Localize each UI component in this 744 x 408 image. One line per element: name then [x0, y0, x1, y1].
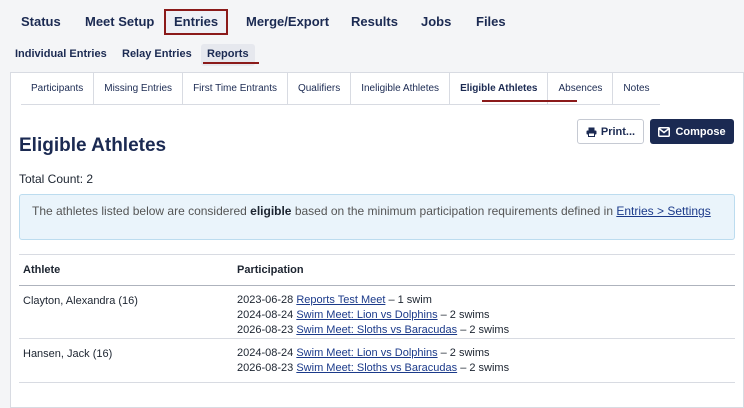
athlete-name: Clayton, Alexandra (16) [23, 295, 138, 307]
report-tab-participants[interactable]: Participants [21, 73, 93, 104]
report-tab-ineligible-athletes[interactable]: Ineligible Athletes [350, 73, 449, 104]
entry-date: 2026-08-23 [237, 362, 294, 374]
header-participation: Participation [237, 264, 304, 276]
tab-files[interactable]: Files [468, 9, 514, 35]
entry-count: – 1 swim [385, 294, 432, 306]
tab-status[interactable]: Status [13, 9, 69, 35]
tab-meet-setup[interactable]: Meet Setup [77, 9, 162, 35]
active-subtab-indicator [203, 62, 259, 64]
participation-entry: 2026-08-23 Swim Meet: Sloths vs Baracuda… [237, 323, 509, 338]
entry-date: 2024-08-24 [237, 309, 294, 321]
printer-icon [586, 126, 597, 138]
header-athlete: Athlete [23, 264, 61, 276]
compose-button[interactable]: Compose [650, 119, 734, 144]
print-label: Print... [600, 125, 636, 138]
active-report-tab-indicator [482, 100, 577, 102]
participation-entry: 2024-08-24 Swim Meet: Lion vs Dolphins –… [237, 346, 509, 361]
entry-count: – 2 swims [457, 362, 510, 374]
report-tab-qualifiers[interactable]: Qualifiers [286, 73, 350, 104]
info-text-prefix: The athletes listed below are considered [32, 204, 251, 218]
report-tab-missing-entries[interactable]: Missing Entries [93, 73, 182, 104]
participation-list: 2024-08-24 Swim Meet: Lion vs Dolphins –… [237, 346, 509, 376]
info-text-middle: based on the minimum participation requi… [291, 204, 617, 218]
athlete-name: Hansen, Jack (16) [23, 348, 113, 360]
envelope-icon [658, 126, 671, 138]
entry-date: 2026-08-23 [237, 324, 294, 336]
participation-entry: 2026-08-23 Swim Meet: Sloths vs Baracuda… [237, 361, 509, 376]
compose-label: Compose [675, 125, 726, 138]
page-title: Eligible Athletes [19, 135, 167, 156]
subtab-relay-entries[interactable]: Relay Entries [116, 44, 198, 66]
entry-count: – 2 swims [437, 309, 490, 321]
top-nav: Status Meet Setup Entries Merge/Export R… [0, 0, 744, 38]
report-tab-notes[interactable]: Notes [612, 73, 659, 104]
tab-results[interactable]: Results [343, 9, 406, 35]
tab-entries[interactable]: Entries [164, 9, 229, 35]
meet-link[interactable]: Swim Meet: Sloths vs Baracudas [296, 324, 457, 336]
meet-link[interactable]: Swim Meet: Lion vs Dolphins [296, 309, 437, 321]
participation-entry: 2023-06-28 Reports Test Meet – 1 swim [237, 293, 509, 308]
report-panel: Participants Missing Entries First Time … [10, 72, 744, 408]
tab-jobs[interactable]: Jobs [413, 9, 459, 35]
table-row: Clayton, Alexandra (16) 2023-06-28 Repor… [19, 286, 735, 339]
entry-count: – 2 swims [437, 347, 490, 359]
print-button[interactable]: Print... [577, 119, 644, 144]
tab-merge-export[interactable]: Merge/Export [238, 9, 337, 35]
participation-list: 2023-06-28 Reports Test Meet – 1 swim 20… [237, 293, 509, 338]
entry-count: – 2 swims [457, 324, 510, 336]
total-count: Total Count: 2 [19, 172, 94, 186]
participation-entry: 2024-08-24 Swim Meet: Lion vs Dolphins –… [237, 308, 509, 323]
info-alert: The athletes listed below are considered… [19, 194, 735, 240]
meet-link[interactable]: Swim Meet: Sloths vs Baracudas [296, 362, 457, 374]
table-row: Hansen, Jack (16) 2024-08-24 Swim Meet: … [19, 339, 735, 383]
sub-nav: Individual Entries Relay Entries Reports [0, 38, 744, 70]
meet-link[interactable]: Reports Test Meet [296, 294, 385, 306]
table-header: Athlete Participation [19, 254, 735, 286]
entry-date: 2024-08-24 [237, 347, 294, 359]
meet-link[interactable]: Swim Meet: Lion vs Dolphins [296, 347, 437, 359]
entries-settings-link[interactable]: Entries > Settings [616, 204, 710, 218]
report-tab-first-time-entrants[interactable]: First Time Entrants [182, 73, 287, 104]
eligible-athletes-table: Athlete Participation Clayton, Alexandra… [19, 254, 735, 383]
entry-date: 2023-06-28 [237, 294, 294, 306]
subtab-individual-entries[interactable]: Individual Entries [9, 44, 113, 66]
info-text-bold: eligible [250, 204, 292, 218]
